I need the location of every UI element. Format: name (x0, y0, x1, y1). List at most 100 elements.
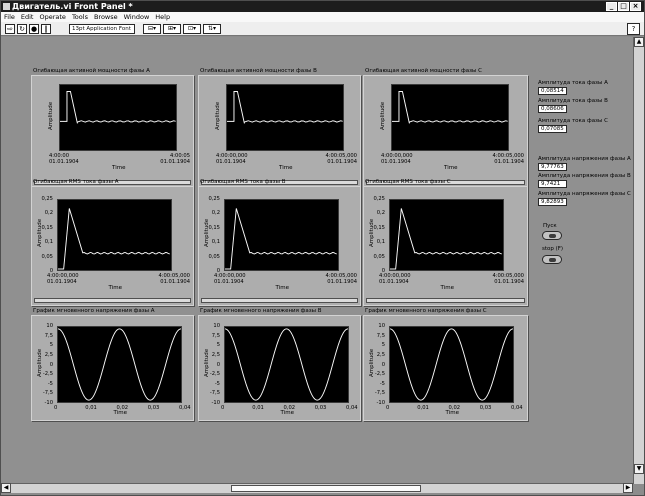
run-continuously-icon[interactable]: ↻ (17, 24, 27, 34)
x-axis-label: Time (275, 285, 289, 291)
graph-scrollbar[interactable] (34, 298, 191, 303)
waveform-graph[interactable]: 0,25 0,2 0,15 0,1 0,05 0 Amplitude 4:00:00,000 0… (363, 186, 528, 306)
resize-objects-icon[interactable]: ⊡▾ (183, 24, 201, 34)
y-tick-label: 10 (213, 323, 220, 329)
x-axis-label: Time (113, 410, 127, 416)
plot-svg (392, 91, 508, 124)
stop-button[interactable] (542, 255, 562, 264)
pause-icon[interactable]: ‖ (41, 24, 51, 34)
plot-area[interactable] (226, 84, 344, 151)
numeric-indicator: 0,07085 (538, 125, 567, 133)
run-arrow-icon[interactable]: ⇨ (5, 24, 15, 34)
y-tick-label: 10 (46, 323, 53, 329)
scroll-left-icon[interactable]: ◀ (1, 483, 11, 493)
y-axis-label: Amplitude (380, 101, 386, 130)
x-start-date-label: 01.01.1904 (49, 159, 79, 165)
scroll-up-icon[interactable]: ▲ (634, 37, 644, 47)
context-help-icon[interactable]: ? (627, 23, 640, 35)
numeric-indicator: 0,08514 (538, 87, 567, 95)
menu-help[interactable]: Help (155, 12, 170, 22)
y-tick-label: -2,5 (209, 371, 220, 378)
plot-trace (58, 208, 170, 270)
plot-area[interactable] (391, 84, 509, 151)
waveform-graph[interactable]: 0,25 0,2 0,15 0,1 0,05 0 Amplitude 4:00:00,000 0… (31, 186, 194, 306)
menu-bar: File Edit Operate Tools Browse Window He… (1, 12, 644, 22)
pusk-button[interactable] (542, 231, 562, 240)
x-tick-label: 0,03 (479, 405, 492, 411)
waveform-graph[interactable]: Amplitude 4:00:00,000 01.01.1904 4:00:05,00… (198, 75, 361, 188)
plot-area[interactable] (224, 199, 339, 271)
waveform-graph[interactable]: 10 7,5 5 2,5 0 -2,5 -5 -7,5 -10 Amplitude 0 0,01 0,0… (31, 315, 194, 421)
x-axis-label: Time (280, 410, 294, 416)
maximize-button[interactable]: □ (618, 2, 629, 11)
plot-trace (60, 91, 176, 124)
plot-area[interactable] (389, 199, 504, 271)
waveform-graph[interactable]: 10 7,5 5 2,5 0 -2,5 -5 -7,5 -10 Amplitude 0 0,01 0,0… (198, 315, 361, 421)
scroll-right-icon[interactable]: ▶ (623, 483, 633, 493)
font-selector[interactable]: 13pt Application Font (69, 24, 135, 34)
indicator-label: Амплитуда тока фазы A (538, 80, 608, 86)
x-end-date-label: 01.01.1904 (160, 279, 190, 285)
plot-area[interactable] (389, 326, 514, 403)
x-end-date-label: 01.01.1904 (327, 279, 357, 285)
y-tick-label: 2,5 (44, 351, 53, 358)
y-axis-label: Amplitude (204, 348, 210, 377)
menu-window[interactable]: Window (124, 12, 150, 22)
plot-area[interactable] (57, 326, 182, 403)
distribute-objects-icon[interactable]: ⊞▾ (163, 24, 181, 34)
graph-caption: Огибающая RMS тока фазы A (33, 179, 119, 185)
align-objects-icon[interactable]: ⊟▾ (143, 24, 161, 34)
y-axis-label: Amplitude (369, 348, 375, 377)
vertical-scrollbar[interactable]: ▲ ▼ (633, 37, 644, 484)
menu-operate[interactable]: Operate (39, 12, 65, 22)
graph-scrollbar[interactable] (201, 298, 358, 303)
y-tick-label: -10 (211, 400, 220, 406)
menu-browse[interactable]: Browse (94, 12, 118, 22)
horizontal-scrollbar[interactable]: ◀ ▶ (1, 483, 633, 493)
toolbar: ⇨ ↻ ● ‖ 13pt Application Font ⊟▾ ⊞▾ ⊡▾ ⇅… (1, 22, 644, 36)
plot-area[interactable] (59, 84, 177, 151)
waveform-graph[interactable]: Amplitude 4:00:00 01.01.1904 4:00:05 01.01.1… (31, 75, 194, 188)
menu-edit[interactable]: Edit (21, 12, 34, 22)
y-tick-label: 0,05 (41, 253, 53, 260)
indicator-label: Амплитуда напряжения фазы C (538, 191, 631, 197)
scroll-thumb[interactable] (231, 485, 421, 492)
y-axis-label: Amplitude (48, 101, 54, 130)
scroll-down-icon[interactable]: ▼ (634, 464, 644, 474)
graph-caption: Огибающая RMS тока фазы B (200, 179, 286, 185)
y-tick-label: 0 (216, 361, 220, 368)
graph-scrollbar[interactable] (366, 298, 525, 303)
x-tick-label: 0 (54, 405, 58, 411)
minimize-button[interactable]: _ (606, 2, 617, 11)
x-tick-label: 0 (221, 405, 225, 411)
menu-file[interactable]: File (4, 12, 15, 22)
plot-svg (225, 208, 337, 270)
x-start-date-label: 01.01.1904 (216, 159, 246, 165)
x-axis-label: Time (108, 285, 122, 291)
graph-caption: Огибающая активной мощности фазы A (33, 68, 150, 74)
plot-svg (58, 328, 181, 401)
x-tick-label: 0 (386, 405, 390, 411)
reorder-icon[interactable]: ⇅▾ (203, 24, 221, 34)
y-tick-label: 0,2 (211, 210, 220, 217)
menu-tools[interactable]: Tools (72, 12, 88, 22)
graph-caption: Огибающая активной мощности фазы B (200, 68, 317, 74)
waveform-graph[interactable]: 0,25 0,2 0,15 0,1 0,05 0 Amplitude 4:00:00,000 0… (198, 186, 361, 306)
labview-icon (3, 3, 10, 10)
waveform-graph[interactable]: Amplitude 4:00:00,000 01.01.1904 4:00:05,00… (363, 75, 528, 188)
y-tick-label: 0,1 (44, 239, 53, 246)
y-tick-label: 0,15 (373, 224, 385, 231)
y-tick-label: -2,5 (42, 371, 53, 378)
x-tick-label: 0,03 (314, 405, 327, 411)
y-axis-label: Amplitude (37, 218, 43, 247)
x-end-date-label: 01.01.1904 (494, 159, 524, 165)
plot-svg (225, 328, 348, 401)
plot-area[interactable] (57, 199, 172, 271)
close-button[interactable]: × (630, 2, 641, 11)
abort-icon[interactable]: ● (29, 24, 39, 34)
y-tick-label: -5 (379, 380, 385, 387)
y-tick-label: -2,5 (374, 371, 385, 378)
plot-area[interactable] (224, 326, 349, 403)
plot-svg (390, 328, 513, 401)
waveform-graph[interactable]: 10 7,5 5 2,5 0 -2,5 -5 -7,5 -10 Amplitude 0 0,01 0,0… (363, 315, 528, 421)
